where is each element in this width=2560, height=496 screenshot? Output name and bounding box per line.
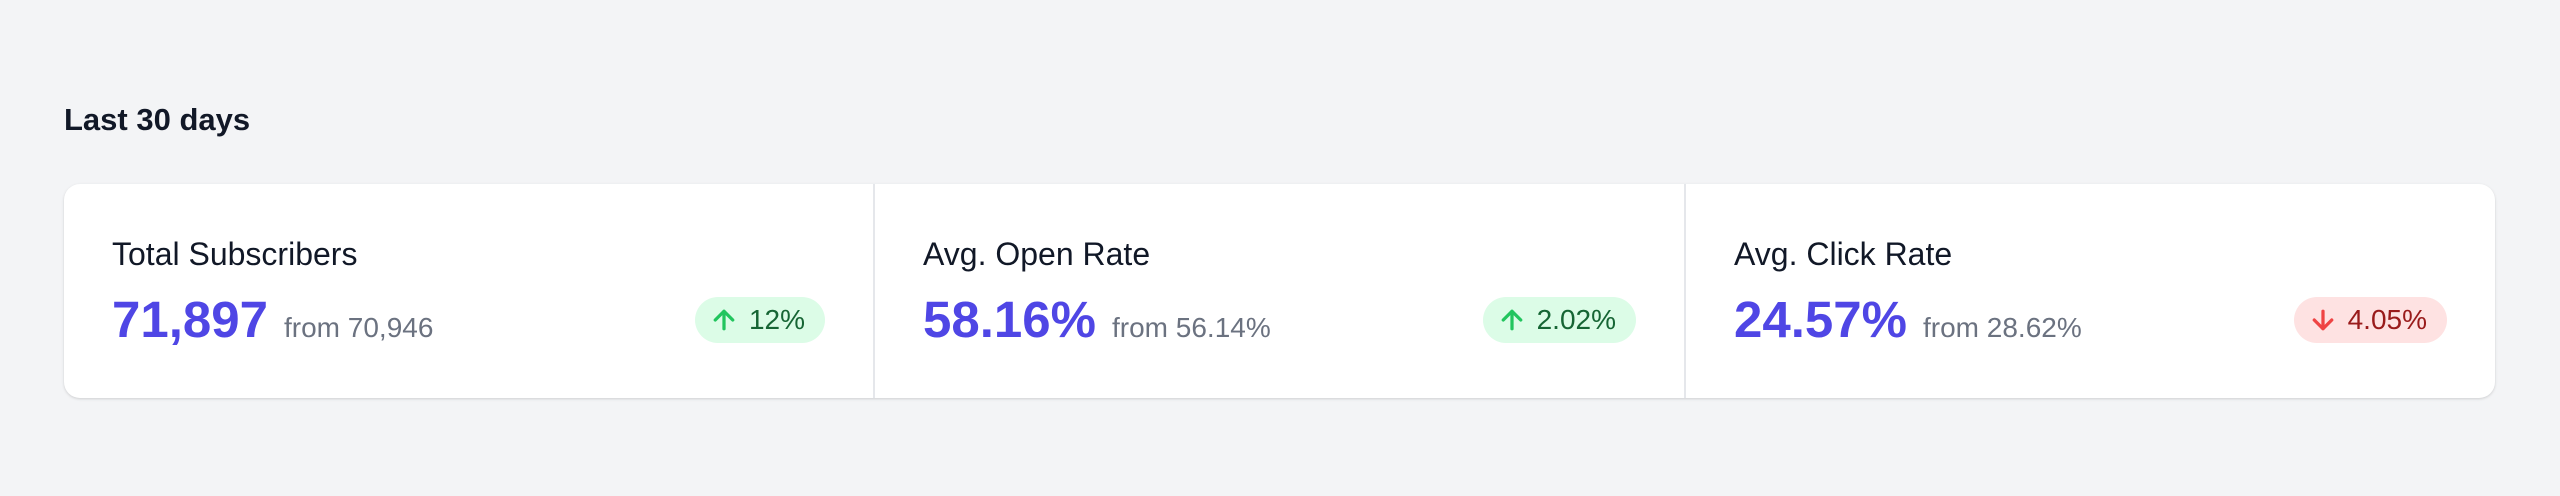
stat-row: 58.16% from 56.14% 2.02% bbox=[923, 288, 1636, 352]
stat-total-subscribers: Total Subscribers 71,897 from 70,946 12% bbox=[64, 184, 873, 398]
stat-value: 24.57% bbox=[1734, 291, 1907, 348]
stat-value: 71,897 bbox=[112, 291, 268, 348]
arrow-up-icon bbox=[1497, 305, 1527, 335]
change-value: 12% bbox=[748, 304, 805, 335]
stat-values: 24.57% from 28.62% bbox=[1734, 290, 2082, 350]
stat-label: Total Subscribers bbox=[112, 236, 358, 272]
stat-previous-value: from 28.62% bbox=[1922, 312, 2082, 343]
stat-label: Avg. Open Rate bbox=[923, 236, 1151, 272]
change-badge-increase: 12% bbox=[694, 297, 825, 343]
arrow-up-icon bbox=[709, 305, 739, 335]
stat-label: Avg. Click Rate bbox=[1734, 236, 1953, 272]
stats-card: Total Subscribers 71,897 from 70,946 12%… bbox=[64, 184, 2495, 398]
change-value: 2.02% bbox=[1536, 304, 1616, 335]
stat-row: 24.57% from 28.62% 4.05% bbox=[1734, 288, 2447, 352]
stat-values: 71,897 from 70,946 bbox=[112, 290, 433, 350]
arrow-down-icon bbox=[2308, 305, 2338, 335]
stat-row: 71,897 from 70,946 12% bbox=[112, 288, 825, 352]
stat-previous-value: from 70,946 bbox=[284, 312, 434, 343]
section-title: Last 30 days bbox=[64, 102, 251, 137]
stat-value: 58.16% bbox=[923, 291, 1096, 348]
change-badge-increase: 2.02% bbox=[1482, 297, 1636, 343]
stat-previous-value: from 56.14% bbox=[1111, 312, 1271, 343]
change-value: 4.05% bbox=[2347, 304, 2427, 335]
stat-avg-click-rate: Avg. Click Rate 24.57% from 28.62% 4.05% bbox=[1684, 184, 2495, 398]
stat-values: 58.16% from 56.14% bbox=[923, 290, 1271, 350]
stat-avg-open-rate: Avg. Open Rate 58.16% from 56.14% 2.02% bbox=[873, 184, 1684, 398]
change-badge-decrease: 4.05% bbox=[2293, 297, 2447, 343]
